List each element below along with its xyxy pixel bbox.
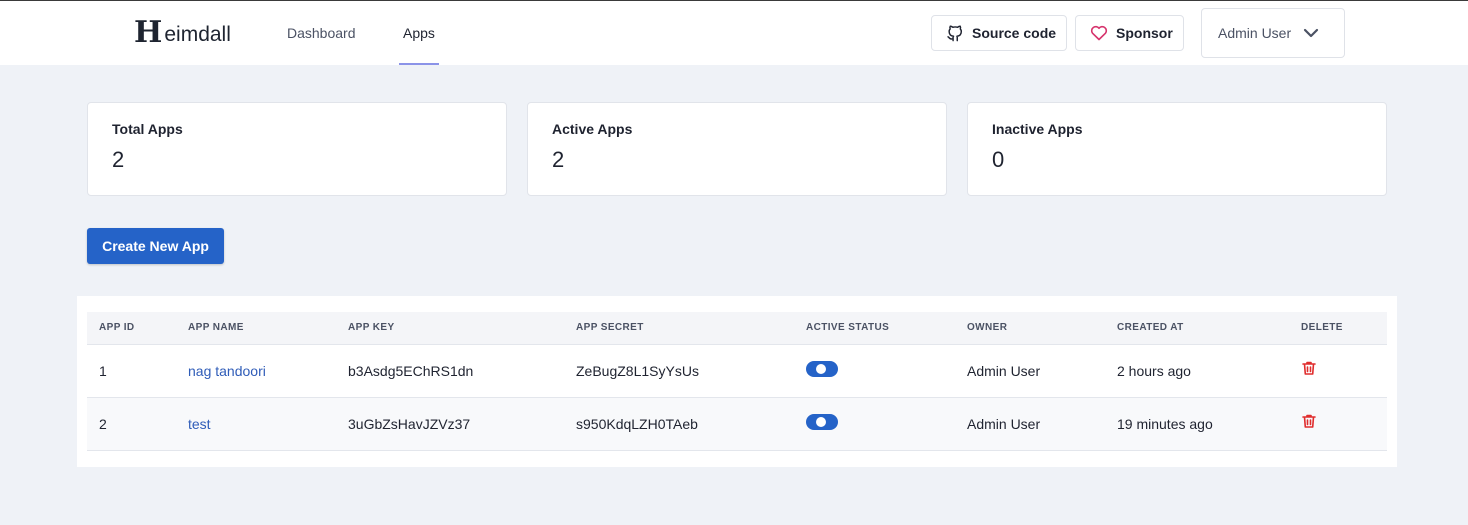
github-icon: [946, 24, 964, 42]
cell-app-secret: ZeBugZ8L1SyYsUs: [576, 362, 699, 379]
column-header-app-key: APP KEY: [348, 322, 395, 334]
column-header-app-id: APP ID: [99, 322, 135, 334]
chevron-down-icon: [1303, 28, 1319, 38]
toggle-knob: [816, 363, 826, 374]
cell-app-key: 3uGbZsHavJZVz37: [348, 415, 471, 432]
app-name-link[interactable]: test: [188, 416, 211, 432]
apps-table: APP ID APP NAME APP KEY APP SECRET ACTIV…: [87, 312, 1387, 451]
logo-text: eimdall: [164, 23, 231, 46]
heart-icon: [1090, 25, 1108, 41]
sponsor-button[interactable]: Sponsor: [1075, 15, 1184, 51]
source-code-label: Source code: [972, 25, 1057, 41]
stat-card-total-apps: Total Apps 2: [87, 102, 507, 196]
cell-created-at: 19 minutes ago: [1117, 415, 1213, 432]
nav-dashboard[interactable]: Dashboard: [287, 1, 356, 65]
stat-label: Active Apps: [552, 121, 633, 137]
stat-value: 2: [552, 147, 565, 172]
user-menu[interactable]: Admin User: [1201, 8, 1345, 58]
table-row: 1 nag tandoori b3Asdg5EChRS1dn ZeBugZ8L1…: [87, 344, 1387, 397]
column-header-owner: OWNER: [967, 322, 1008, 334]
stat-value: 0: [992, 147, 1005, 172]
stat-card-active-apps: Active Apps 2: [527, 102, 947, 196]
stat-value: 2: [112, 147, 125, 172]
cell-created-at: 2 hours ago: [1117, 362, 1191, 379]
active-status-toggle[interactable]: [806, 360, 838, 377]
table-header-row: APP ID APP NAME APP KEY APP SECRET ACTIV…: [87, 312, 1387, 344]
column-header-delete: DELETE: [1301, 322, 1343, 334]
active-status-toggle[interactable]: [806, 413, 838, 430]
create-new-app-button[interactable]: Create New App: [87, 228, 224, 264]
app-name-link[interactable]: nag tandoori: [188, 363, 266, 379]
column-header-created-at: CREATED AT: [1117, 322, 1184, 334]
column-header-app-secret: APP SECRET: [576, 322, 644, 334]
stat-label: Total Apps: [112, 121, 183, 137]
nav-apps[interactable]: Apps: [399, 1, 439, 65]
source-code-button[interactable]: Source code: [931, 15, 1067, 51]
toggle-knob: [816, 416, 826, 427]
trash-icon[interactable]: [1301, 360, 1317, 376]
cell-app-key: b3Asdg5EChRS1dn: [348, 362, 474, 379]
trash-icon[interactable]: [1301, 413, 1317, 429]
top-navbar: H eimdall Dashboard Apps Source code Spo…: [0, 1, 1468, 65]
cell-app-secret: s950KdqLZH0TAeb: [576, 415, 698, 432]
cell-owner: Admin User: [967, 362, 1041, 379]
cell-app-id: 2: [99, 415, 107, 432]
cell-owner: Admin User: [967, 415, 1041, 432]
stat-card-inactive-apps: Inactive Apps 0: [967, 102, 1387, 196]
column-header-app-name: APP NAME: [188, 322, 244, 334]
table-row: 2 test 3uGbZsHavJZVz37 s950KdqLZH0TAeb A…: [87, 397, 1387, 450]
logo-letter: H: [134, 15, 163, 50]
apps-table-panel: APP ID APP NAME APP KEY APP SECRET ACTIV…: [77, 296, 1397, 467]
cell-app-id: 1: [99, 362, 107, 379]
user-name: Admin User: [1218, 25, 1292, 41]
stat-label: Inactive Apps: [992, 121, 1083, 137]
column-header-active-status: ACTIVE STATUS: [806, 322, 890, 334]
sponsor-label: Sponsor: [1116, 25, 1173, 41]
logo[interactable]: H eimdall: [134, 15, 231, 50]
